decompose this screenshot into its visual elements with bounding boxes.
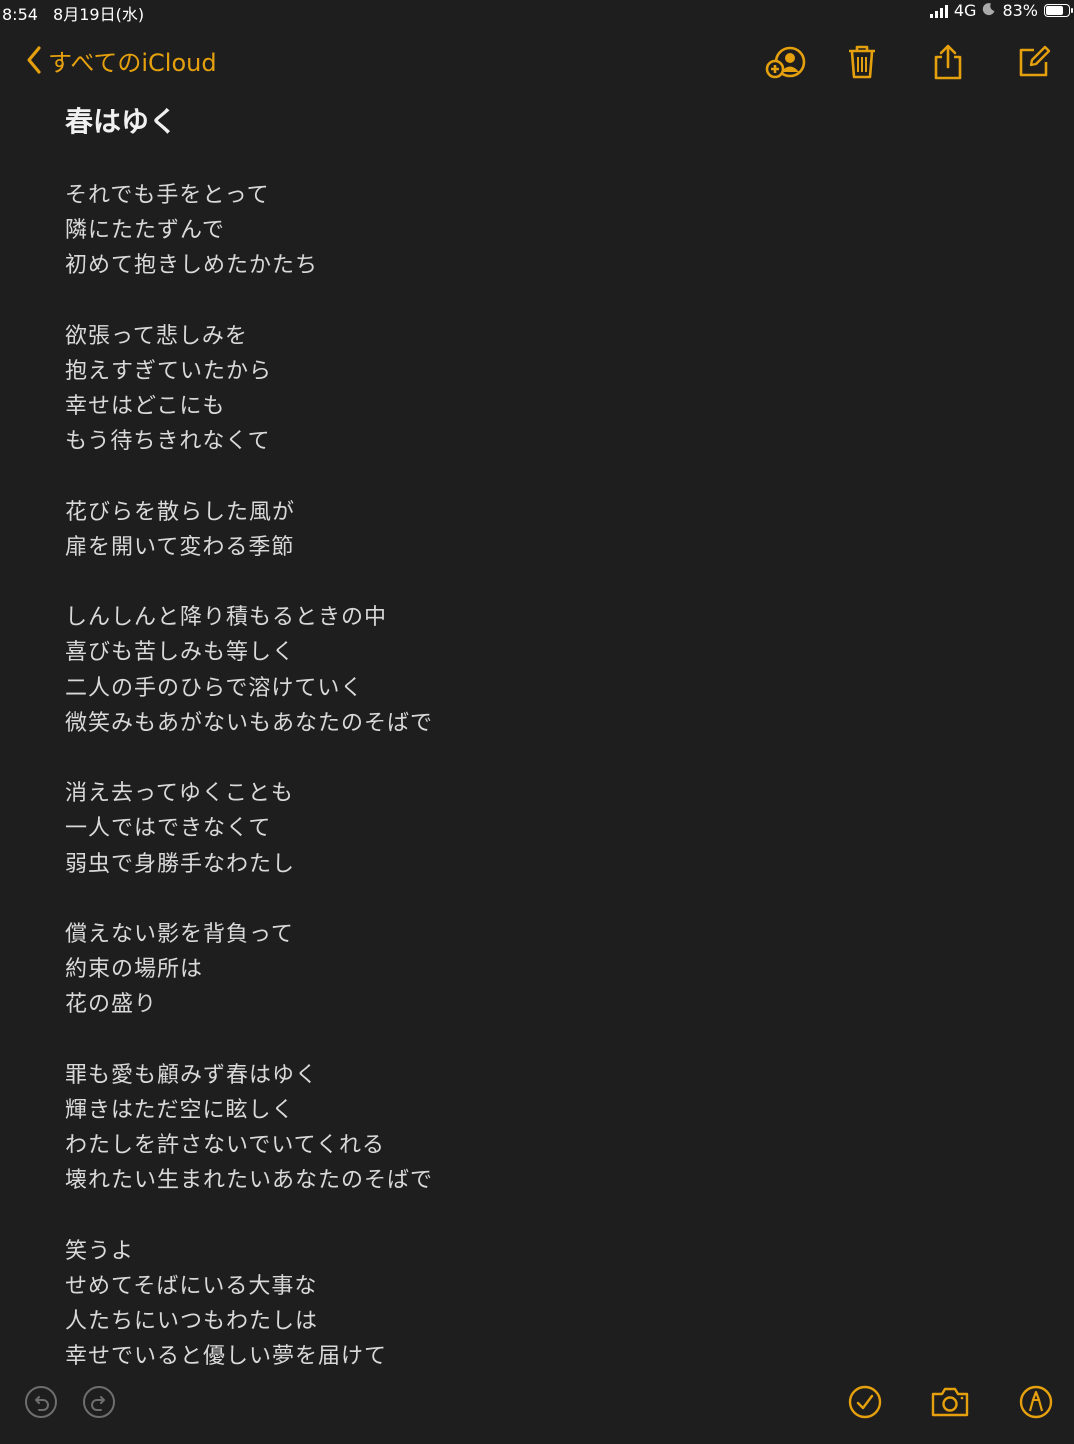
lyric-line: 笑うよ bbox=[65, 1238, 135, 1264]
back-button[interactable]: すべてのiCloud bbox=[26, 42, 217, 78]
lyric-line: 喜びも苦しみも等しく bbox=[65, 640, 296, 666]
lyric-line: 人たちにいつもわたしは bbox=[65, 1309, 319, 1334]
compose-icon bbox=[1019, 45, 1051, 77]
network-type: 4G bbox=[953, 1, 977, 20]
lyric-line: 微笑みもあがないもあなたのそばで bbox=[65, 710, 434, 736]
stanza: 罪も愛も顧みず春はゆく 輝きはただ空に眩しくわたしを許さないでいてくれる壊れたい生… bbox=[65, 1058, 965, 1199]
stanza: 花びらを散らした風が 扉を開いて変わる季節 bbox=[65, 495, 965, 565]
add-person-icon bbox=[765, 46, 806, 79]
note-title[interactable]: 春はゆく bbox=[65, 100, 965, 144]
camera-button[interactable] bbox=[928, 1380, 972, 1424]
new-note-button[interactable] bbox=[1012, 40, 1056, 84]
delete-button[interactable] bbox=[840, 40, 884, 84]
battery-icon bbox=[1044, 4, 1073, 17]
checklist-icon bbox=[848, 1385, 882, 1419]
lyric-line: 一人ではできなくて bbox=[65, 816, 272, 842]
lyric-line: 約束の場所は bbox=[65, 957, 204, 983]
status-time: 8:54 bbox=[2, 5, 38, 24]
status-right: 4G 83% bbox=[929, 1, 1073, 20]
status-date: 8月19日(水) bbox=[53, 5, 145, 24]
lyric-line: 幸せでいると優しい夢を届けて bbox=[65, 1344, 388, 1370]
cellular-signal-icon bbox=[929, 4, 948, 18]
undo-button[interactable] bbox=[19, 1380, 63, 1424]
markup-button[interactable] bbox=[1014, 1380, 1058, 1424]
lyric-line: 抱えすぎていたから bbox=[65, 358, 273, 384]
share-button[interactable] bbox=[926, 40, 970, 84]
lyric-line: 弱虫で身勝手なわたし bbox=[65, 851, 296, 877]
battery-percent: 83% bbox=[1002, 1, 1038, 20]
stanza: それでも手をとって 隣にたたずんで初めて抱きしめたかたち bbox=[65, 178, 965, 284]
stanza: 欲張って悲しみを 抱えすぎていたから 幸せはどこにももう待ちきれなくて bbox=[65, 319, 965, 460]
chevron-left-icon bbox=[27, 46, 41, 74]
lyric-line: 欲張って悲しみを bbox=[65, 323, 248, 349]
back-label: すべてのiCloud bbox=[48, 48, 217, 77]
lyric-line: それでも手をとって bbox=[65, 183, 270, 208]
markup-icon bbox=[1019, 1385, 1053, 1419]
checklist-button[interactable] bbox=[843, 1380, 887, 1424]
do-not-disturb-icon bbox=[982, 1, 996, 20]
redo-button[interactable] bbox=[77, 1380, 121, 1424]
status-bar: 8:54 8月19日(水) 4G 83% bbox=[0, 0, 1074, 24]
lyric-line: せめてそばにいる大事な bbox=[65, 1273, 318, 1299]
lyric-line: 幸せはどこにも bbox=[65, 394, 226, 420]
lyric-line: 償えない影を背負って bbox=[65, 921, 294, 947]
status-left: 8:54 8月19日(水) bbox=[2, 1, 154, 25]
note-toolbar bbox=[764, 40, 1074, 84]
note-lyrics: それでも手をとって 隣にたたずんで 初めて抱きしめたかたち 欲張って悲しみを 抱えすぎて… bbox=[65, 178, 965, 1374]
lyric-line: 輝きはただ空に眩しく bbox=[65, 1097, 295, 1123]
lyric-line: 花びらを散らした風が bbox=[65, 499, 296, 525]
stanza: 償えない影を背負って 約束の場所は 花の盛り bbox=[65, 917, 965, 1023]
lyric-line: 二人の手のひらで溶けていく bbox=[65, 675, 364, 701]
lyric-line: 消え去ってゆくことも bbox=[65, 781, 294, 807]
lyric-line: 花の盛り bbox=[65, 992, 158, 1018]
camera-icon bbox=[931, 1387, 969, 1417]
note-body[interactable]: 春はゆく それでも手をとって 隣にたたずんで 初めて抱きしめたかたち 欲張って悲しみを… bbox=[65, 100, 965, 1410]
lyric-line: 扉を開いて変わる季節 bbox=[65, 534, 295, 560]
lyric-line: 初めて抱きしめたかたち bbox=[65, 253, 319, 279]
lyric-line: もう待ちきれなくて bbox=[65, 429, 271, 455]
lyric-line: わたしを許さないでいてくれる bbox=[65, 1133, 386, 1159]
share-icon bbox=[934, 44, 962, 80]
bottom-toolbar bbox=[0, 1384, 1074, 1444]
stanza: しんしんと降り積もるときの中 喜びも苦しみも等しく二人の手のひらで溶けていく微笑み… bbox=[65, 600, 965, 741]
undo-icon bbox=[25, 1386, 57, 1418]
stanza: 消え去ってゆくことも 一人ではできなくて 弱虫で身勝手なわたし bbox=[65, 776, 965, 882]
lyric-line: 隣にたたずんで bbox=[65, 218, 225, 244]
lyric-line: 罪も愛も顧みず春はゆく bbox=[65, 1062, 319, 1088]
add-people-button[interactable] bbox=[764, 40, 808, 84]
lyric-line: 壊れたい生まれたいあなたのそばで bbox=[65, 1168, 434, 1194]
trash-icon bbox=[849, 45, 875, 79]
redo-icon bbox=[83, 1386, 115, 1418]
lyric-line: しんしんと降り積もるときの中 bbox=[65, 605, 388, 631]
stanza: 笑うよせめてそばにいる大事な 人たちにいつもわたしは幸せでいると優しい夢を届けて bbox=[65, 1234, 965, 1375]
